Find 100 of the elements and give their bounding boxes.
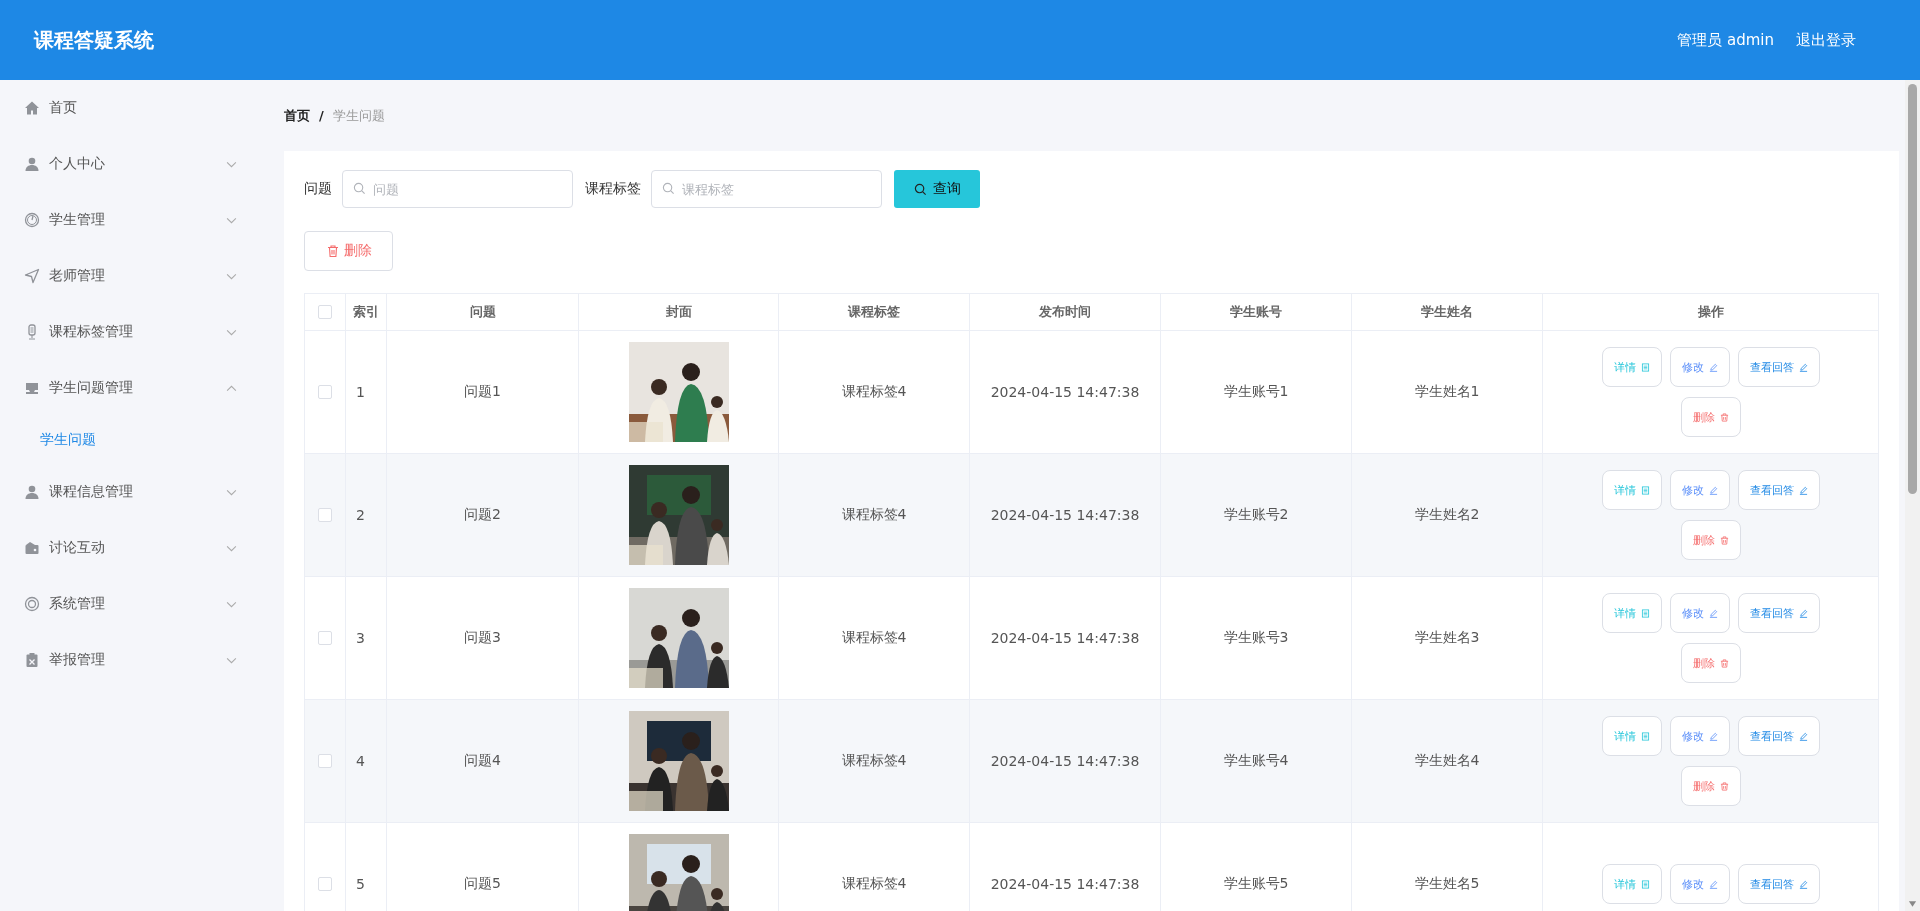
send-icon [24,268,40,284]
checkbox[interactable] [318,385,332,399]
search-icon [662,182,675,195]
breadcrumb-item[interactable]: 首页 [284,106,310,125]
trash-icon [1719,781,1729,791]
table-cell: 学生账号3 [1161,577,1352,699]
person-icon [24,156,40,172]
sidebar-item[interactable]: 老师管理 [0,248,265,304]
pencil-icon [1798,879,1808,889]
table-cell: 学生姓名4 [1352,700,1543,822]
document-icon [1640,485,1650,495]
detail-button[interactable]: 详情 [1601,864,1662,904]
answer-button[interactable]: 查看回答 [1737,347,1820,387]
detail-button[interactable]: 详情 [1601,716,1662,756]
delete-button[interactable]: 删除 [1680,643,1741,683]
column-header: 操作 [1696,303,1725,321]
column-header: 课程标签 [779,294,970,330]
chevron-icon [226,216,237,224]
sidebar-item[interactable]: 课程标签管理 [0,304,265,360]
edit-button[interactable]: 修改 [1669,347,1730,387]
clipboard-icon [24,652,40,668]
scroll-down-icon[interactable] [1908,901,1917,907]
checkbox[interactable] [318,305,332,319]
chevron-icon [226,544,237,552]
column-header: 学生账号 [1161,294,1352,330]
scrollbar[interactable] [1905,80,1920,911]
table-cell: 2 [346,454,387,576]
table-cell: 课程标签4 [779,331,970,453]
sidebar-item[interactable]: 举报管理 [0,632,265,688]
sidebar-item[interactable]: 讨论互动 [0,520,265,576]
pencil-icon [1798,731,1808,741]
checkbox[interactable] [318,754,332,768]
checkbox[interactable] [318,877,332,891]
sidebar-subitem[interactable]: 学生问题 [0,416,265,464]
sidebar-item[interactable]: 个人中心 [0,136,265,192]
table-cell: 学生账号1 [1161,331,1352,453]
pencil-icon [1708,608,1718,618]
breadcrumb-separator: / [319,108,324,123]
table-cell: 2024-04-15 14:47:38 [970,331,1161,453]
delete-button[interactable]: 删除 [1680,766,1741,806]
search-button[interactable]: 查询 [894,170,980,208]
chevron-icon [226,384,237,392]
answer-button[interactable]: 查看回答 [1737,593,1820,633]
table-cell: 学生姓名2 [1352,454,1543,576]
document-icon [1640,731,1650,741]
user-label: 管理员 admin [1677,30,1774,50]
answer-button[interactable]: 查看回答 [1737,470,1820,510]
column-header: 索引 [346,294,387,330]
edit-button[interactable]: 修改 [1669,593,1730,633]
column-header: 学生姓名 [1352,294,1543,330]
pencil-icon [1708,485,1718,495]
logout-link[interactable]: 退出登录 [1796,30,1856,50]
gauge-icon [24,212,40,228]
document-icon [1640,362,1650,372]
sidebar-item[interactable]: 首页 [0,80,265,136]
search-icon [913,182,927,196]
pencil-icon [1708,731,1718,741]
table-cell: 问题3 [387,577,579,699]
answer-button[interactable]: 查看回答 [1737,716,1820,756]
chevron-icon [226,328,237,336]
search-field[interactable]: 课程标签 [651,170,882,208]
delete-button[interactable]: 删除 [1680,520,1741,560]
table-cell: 4 [346,700,387,822]
tray-icon [24,380,40,396]
pencil-icon [1798,362,1808,372]
edit-button[interactable]: 修改 [1669,470,1730,510]
pencil-icon [1798,608,1808,618]
field-label: 问题 [304,180,332,198]
table-cell: 问题1 [387,331,579,453]
sidebar-item[interactable]: 课程信息管理 [0,464,265,520]
lifebuoy-icon [24,596,40,612]
breadcrumb-item: 学生问题 [332,106,385,125]
chevron-icon [226,160,237,168]
wallet-icon [24,540,40,556]
table-cell: 问题5 [387,823,579,911]
sidebar-item[interactable]: 学生问题管理 [0,360,265,416]
sidebar-item[interactable]: 系统管理 [0,576,265,632]
chevron-icon [226,600,237,608]
delete-button[interactable]: 删除 [304,231,393,271]
answer-button[interactable]: 查看回答 [1737,864,1820,904]
edit-button[interactable]: 修改 [1669,864,1730,904]
table-cell: 学生账号5 [1161,823,1352,911]
pencil-icon [1708,362,1718,372]
pencil-icon [1798,485,1808,495]
search-field[interactable]: 问题 [342,170,573,208]
checkbox[interactable] [318,508,332,522]
table-cell: 课程标签4 [779,577,970,699]
detail-button[interactable]: 详情 [1601,347,1662,387]
column-header: 发布时间 [970,294,1161,330]
table-cell: 3 [346,577,387,699]
home-icon [24,100,40,116]
detail-button[interactable]: 详情 [1601,593,1662,633]
checkbox[interactable] [318,631,332,645]
detail-button[interactable]: 详情 [1601,470,1662,510]
table-cell: 问题2 [387,454,579,576]
table-cell: 学生账号4 [1161,700,1352,822]
edit-button[interactable]: 修改 [1669,716,1730,756]
sidebar-item[interactable]: 学生管理 [0,192,265,248]
search-icon [353,182,366,195]
delete-button[interactable]: 删除 [1680,397,1741,437]
